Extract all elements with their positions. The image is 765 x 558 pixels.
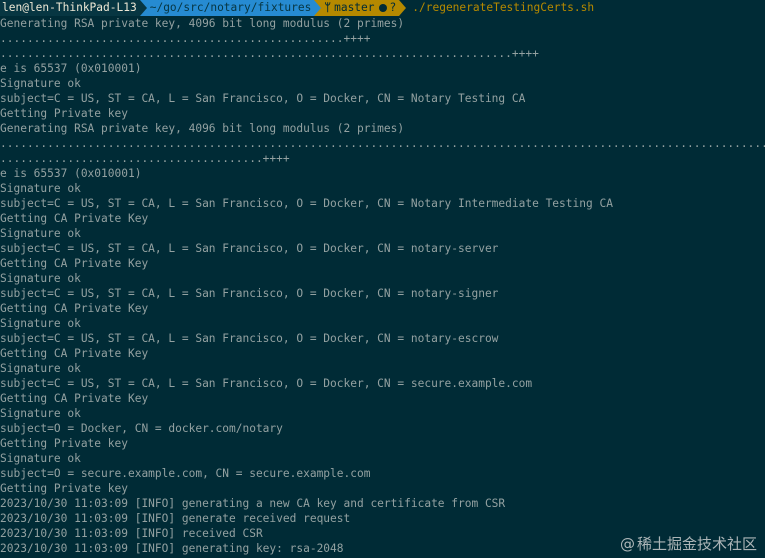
prompt-status-mark: ? bbox=[389, 1, 397, 14]
output-line: Generating RSA private key, 4096 bit lon… bbox=[0, 17, 405, 30]
prompt-command: ./regenerateTestingCerts.sh bbox=[412, 1, 595, 14]
output-line: Getting CA Private Key bbox=[0, 302, 149, 315]
output-line: Signature ok bbox=[0, 452, 81, 465]
output-line: Getting CA Private Key bbox=[0, 347, 149, 360]
output-line: Getting CA Private Key bbox=[0, 257, 149, 270]
watermark-at: @ bbox=[619, 535, 635, 553]
shell-prompt: len@len-ThinkPad-L13 ~/go/src/notary/fix… bbox=[0, 0, 765, 16]
output-line: Signature ok bbox=[0, 227, 81, 240]
output-line: e is 65537 (0x010001) bbox=[0, 167, 142, 180]
watermark: @ 稀土掘金技术社区 bbox=[620, 537, 757, 552]
dirty-state-icon bbox=[378, 4, 387, 12]
output-line: Getting Private key bbox=[0, 437, 128, 450]
output-line: .......................................+… bbox=[0, 152, 290, 165]
watermark-text: 稀土掘金技术社区 bbox=[636, 535, 757, 553]
output-line: ........................................… bbox=[0, 47, 539, 60]
output-line: Getting Private key bbox=[0, 482, 128, 495]
output-line: Generating RSA private key, 4096 bit lon… bbox=[0, 122, 405, 135]
output-line: 2023/10/30 11:03:09 [INFO] generate rece… bbox=[0, 512, 351, 525]
prompt-separator-arrow-icon bbox=[399, 0, 407, 16]
prompt-separator-arrow-icon bbox=[139, 0, 147, 16]
output-line: ........................................… bbox=[0, 32, 371, 45]
output-line: 2023/10/30 11:03:09 [INFO] generating a … bbox=[0, 497, 506, 510]
git-branch-icon: ᛘ bbox=[324, 1, 332, 14]
output-line: Signature ok bbox=[0, 362, 81, 375]
output-line: Signature ok bbox=[0, 77, 81, 90]
output-line: subject=C = US, ST = CA, L = San Francis… bbox=[0, 332, 499, 345]
output-line: Signature ok bbox=[0, 272, 81, 285]
terminal-output: Generating RSA private key, 4096 bit lon… bbox=[0, 16, 765, 556]
terminal-window[interactable]: len@len-ThinkPad-L13 ~/go/src/notary/fix… bbox=[0, 0, 765, 558]
prompt-git-segment: ᛘ master? bbox=[321, 0, 400, 16]
output-line: ........................................… bbox=[0, 137, 765, 150]
output-line: Signature ok bbox=[0, 317, 81, 330]
output-line: Signature ok bbox=[0, 407, 81, 420]
output-line: subject=O = Docker, CN = docker.com/nota… bbox=[0, 422, 283, 435]
output-line: e is 65537 (0x010001) bbox=[0, 62, 142, 75]
output-line: subject=C = US, ST = CA, L = San Francis… bbox=[0, 377, 533, 390]
output-line: Signature ok bbox=[0, 182, 81, 195]
output-line: subject=C = US, ST = CA, L = San Francis… bbox=[0, 92, 526, 105]
output-line: Getting Private key bbox=[0, 107, 128, 120]
output-line: subject=O = secure.example.com, CN = sec… bbox=[0, 467, 371, 480]
output-line: subject=C = US, ST = CA, L = San Francis… bbox=[0, 197, 613, 210]
output-line: subject=C = US, ST = CA, L = San Francis… bbox=[0, 287, 499, 300]
prompt-branch: master bbox=[334, 1, 375, 14]
prompt-path: ~/go/src/notary/fixtures bbox=[146, 0, 315, 16]
prompt-separator-arrow-icon bbox=[314, 0, 322, 16]
prompt-user-host: len@len-ThinkPad-L13 bbox=[0, 0, 140, 16]
output-line: Getting CA Private Key bbox=[0, 392, 149, 405]
output-line: Getting CA Private Key bbox=[0, 212, 149, 225]
output-line: subject=C = US, ST = CA, L = San Francis… bbox=[0, 242, 499, 255]
